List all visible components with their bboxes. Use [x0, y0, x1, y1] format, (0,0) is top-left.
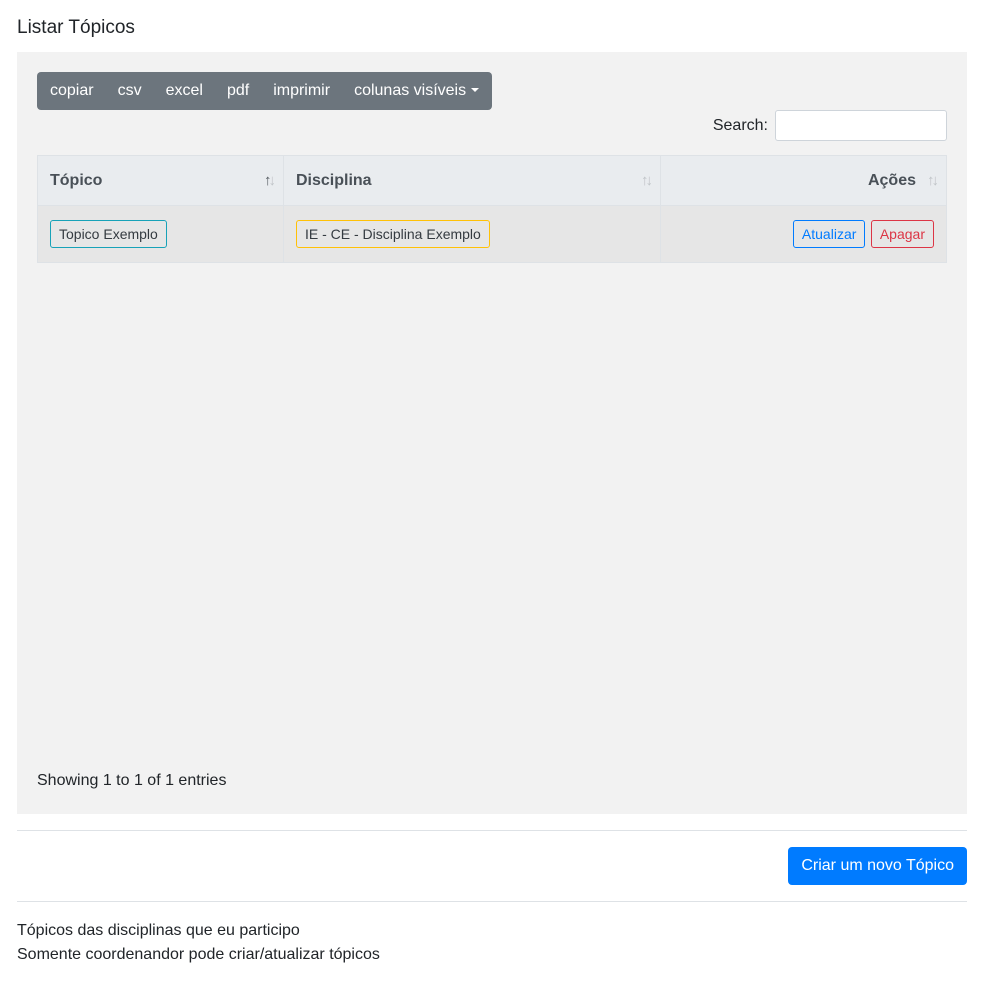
- column-header-acoes[interactable]: Ações ↑↓: [660, 155, 947, 206]
- footer-note: Somente coordenandor pode criar/atualiza…: [17, 946, 380, 963]
- topic-badge[interactable]: Topico Exemplo: [50, 220, 167, 248]
- delete-button[interactable]: Apagar: [870, 220, 934, 248]
- copy-button[interactable]: copiar: [38, 72, 106, 110]
- table-info: Showing 1 to 1 of 1 entries: [37, 772, 227, 789]
- column-visibility-button[interactable]: colunas visíveis: [342, 72, 491, 110]
- column-header-label: Disciplina: [296, 171, 372, 189]
- search-input[interactable]: [775, 110, 947, 141]
- column-visibility-label: colunas visíveis: [354, 82, 467, 99]
- export-button-group: copiar csv excel pdf imprimir colunas vi…: [37, 72, 493, 110]
- topics-table: Tópico ↑↓ Disciplina ↑↓ Ações ↑↓ Topico …: [37, 155, 947, 263]
- caret-down-icon: [471, 88, 480, 92]
- sort-ascending-icon: ↑↓: [264, 172, 276, 189]
- sort-icon: ↑↓: [641, 172, 653, 189]
- table-row: Topico Exemplo IE - CE - Disciplina Exem…: [37, 205, 947, 263]
- column-header-topico[interactable]: Tópico ↑↓: [37, 155, 284, 206]
- print-button[interactable]: imprimir: [261, 72, 342, 110]
- cell-topico: Topico Exemplo: [37, 205, 284, 263]
- csv-button[interactable]: csv: [106, 72, 154, 110]
- table-panel: copiar csv excel pdf imprimir colunas vi…: [17, 52, 967, 814]
- column-header-label: Ações: [867, 171, 916, 189]
- table-header-row: Tópico ↑↓ Disciplina ↑↓ Ações ↑↓: [37, 155, 947, 206]
- footer-note: Tópicos das disciplinas que eu participo: [17, 922, 300, 939]
- sort-icon: ↑↓: [927, 172, 939, 189]
- update-button[interactable]: Atualizar: [792, 220, 866, 248]
- cell-disciplina: IE - CE - Disciplina Exemplo: [283, 205, 661, 263]
- divider: [17, 830, 967, 831]
- column-header-label: Tópico: [50, 171, 103, 189]
- page-title: Listar Tópicos: [17, 17, 135, 38]
- create-topic-button[interactable]: Criar um novo Tópico: [788, 847, 967, 885]
- search-box: Search:: [713, 110, 947, 141]
- search-label: Search:: [712, 116, 768, 134]
- cell-actions: Atualizar Apagar: [660, 205, 947, 263]
- divider: [17, 901, 967, 902]
- column-header-disciplina[interactable]: Disciplina ↑↓: [283, 155, 661, 206]
- footer-notes: Tópicos das disciplinas que eu participo…: [17, 919, 380, 967]
- excel-button[interactable]: excel: [154, 72, 215, 110]
- discipline-badge[interactable]: IE - CE - Disciplina Exemplo: [296, 220, 490, 248]
- pdf-button[interactable]: pdf: [215, 72, 261, 110]
